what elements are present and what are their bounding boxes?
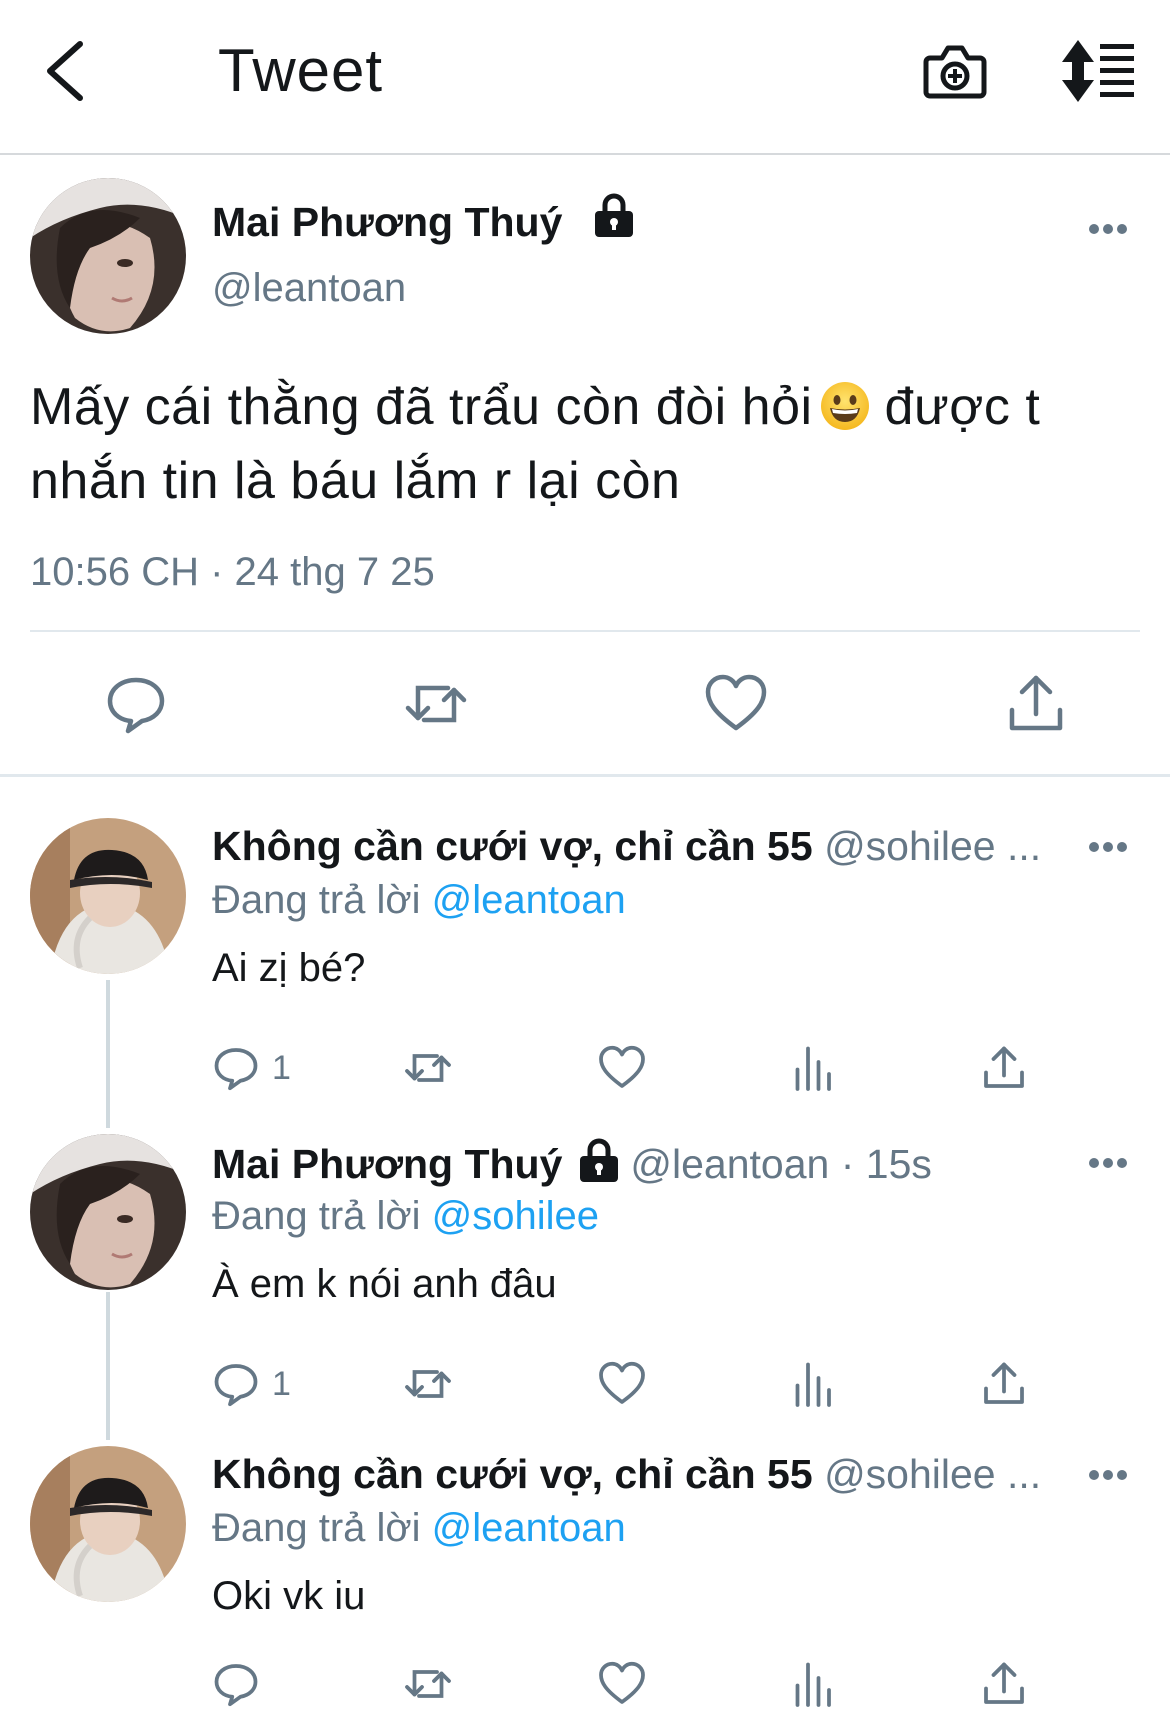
replying-prefix: Đang trả lời xyxy=(212,1506,421,1550)
analytics-button[interactable] xyxy=(790,1660,838,1708)
like-button[interactable] xyxy=(598,1360,646,1408)
tweet-text-part1: Mấy cái thằng đã trẩu còn đòi hỏi xyxy=(30,378,813,436)
grinning-face-emoji xyxy=(820,382,869,430)
retweet-button[interactable] xyxy=(404,1044,452,1092)
mention-link[interactable]: @leantoan xyxy=(432,1506,626,1550)
thread-line xyxy=(106,980,110,1128)
reply-author-name[interactable]: Không cần cưới vợ, chỉ cần 55 xyxy=(212,1451,813,1497)
reply-button[interactable]: 1 xyxy=(212,1360,291,1408)
heart-icon xyxy=(599,1661,645,1704)
camera-plus-icon xyxy=(923,45,987,99)
lock-icon xyxy=(595,193,633,237)
reply-header: Không cần cưới vợ, chỉ cần 55 @sohilee .… xyxy=(212,1450,1041,1498)
more-dots-icon[interactable] xyxy=(1088,222,1128,236)
comment-icon[interactable] xyxy=(104,672,168,736)
like-button[interactable] xyxy=(598,1044,646,1092)
avatar-photo xyxy=(30,1446,186,1602)
replying-prefix: Đang trả lời xyxy=(212,1194,421,1238)
share-button[interactable] xyxy=(980,1360,1028,1408)
divider xyxy=(30,630,1140,632)
section-divider xyxy=(0,774,1170,777)
reply-avatar[interactable] xyxy=(30,818,186,974)
replying-to: Đang trả lời @leantoan xyxy=(212,876,626,924)
more-dots-icon[interactable] xyxy=(1088,1156,1128,1170)
retweet-icon xyxy=(405,1054,451,1082)
back-button[interactable] xyxy=(40,38,100,104)
screenshot-button[interactable] xyxy=(922,38,988,104)
retweet-button[interactable] xyxy=(404,1660,452,1708)
share-icon xyxy=(984,1662,1024,1704)
sort-list-icon xyxy=(1062,40,1134,102)
author-handle[interactable]: @leantoan xyxy=(212,264,406,312)
reply-avatar[interactable] xyxy=(30,1134,186,1290)
reply-count: 1 xyxy=(272,1048,291,1087)
more-dots-icon[interactable] xyxy=(1088,840,1128,854)
share-icon xyxy=(984,1362,1024,1404)
reply-text: Oki vk iu xyxy=(212,1574,366,1618)
avatar-photo xyxy=(30,1134,186,1290)
share-icon[interactable] xyxy=(1004,672,1068,736)
retweet-icon[interactable] xyxy=(404,672,468,736)
heart-icon[interactable] xyxy=(704,672,768,736)
avatar-photo xyxy=(30,818,186,974)
top-bar: Tweet xyxy=(0,0,1170,155)
reply-button[interactable] xyxy=(212,1660,272,1708)
more-dots-icon[interactable] xyxy=(1088,1468,1128,1482)
tweet-text: Mấy cái thằng đã trẩu còn đòi hỏi được t… xyxy=(30,370,1150,518)
reply-text: À em k nói anh đâu xyxy=(212,1262,557,1306)
sort-options-button[interactable] xyxy=(1060,38,1138,104)
analytics-icon xyxy=(795,1046,831,1091)
heart-icon xyxy=(599,1361,645,1404)
comment-icon xyxy=(214,1048,258,1091)
comment-icon xyxy=(214,1664,258,1707)
analytics-button[interactable] xyxy=(790,1044,838,1092)
reply-count: 1 xyxy=(272,1364,291,1403)
analytics-icon xyxy=(795,1362,831,1407)
heart-icon xyxy=(599,1045,645,1088)
avatar-photo xyxy=(30,178,186,334)
reply-author-name[interactable]: Không cần cưới vợ, chỉ cần 55 xyxy=(212,823,813,869)
lock-icon xyxy=(580,1138,619,1182)
analytics-icon xyxy=(795,1662,831,1707)
like-button[interactable] xyxy=(598,1660,646,1708)
comment-icon xyxy=(214,1364,258,1407)
chevron-left-icon xyxy=(47,41,83,101)
retweet-icon xyxy=(405,1670,451,1698)
retweet-icon xyxy=(405,1370,451,1398)
reply-button[interactable]: 1 xyxy=(212,1044,291,1092)
reply-handle[interactable]: @sohilee ... xyxy=(824,823,1041,869)
mention-link[interactable]: @sohilee xyxy=(432,1194,599,1238)
reply-handle[interactable]: @sohilee ... xyxy=(824,1451,1041,1497)
replying-prefix: Đang trả lời xyxy=(212,878,421,922)
analytics-button[interactable] xyxy=(790,1360,838,1408)
retweet-button[interactable] xyxy=(404,1360,452,1408)
reply-handle[interactable]: @leantoan · 15s xyxy=(630,1141,931,1187)
tweet-timestamp: 10:56 CH · 24 thg 7 25 xyxy=(30,550,435,594)
replying-to: Đang trả lời @sohilee xyxy=(212,1192,599,1240)
mention-link[interactable]: @leantoan xyxy=(432,878,626,922)
reply-header: Mai Phương Thuý @leantoan · 15s xyxy=(212,1138,932,1188)
share-button[interactable] xyxy=(980,1660,1028,1708)
share-icon xyxy=(984,1046,1024,1088)
reply-avatar[interactable] xyxy=(30,1446,186,1602)
reply-header: Không cần cưới vợ, chỉ cần 55 @sohilee .… xyxy=(212,822,1041,870)
page-title: Tweet xyxy=(218,37,384,104)
reply-text: Ai zị bé? xyxy=(212,946,366,990)
author-avatar[interactable] xyxy=(30,178,186,334)
thread-line xyxy=(106,1292,110,1440)
author-name[interactable]: Mai Phương Thuý xyxy=(212,198,562,246)
reply-author-name[interactable]: Mai Phương Thuý xyxy=(212,1141,562,1187)
replying-to: Đang trả lời @leantoan xyxy=(212,1504,626,1552)
share-button[interactable] xyxy=(980,1044,1028,1092)
